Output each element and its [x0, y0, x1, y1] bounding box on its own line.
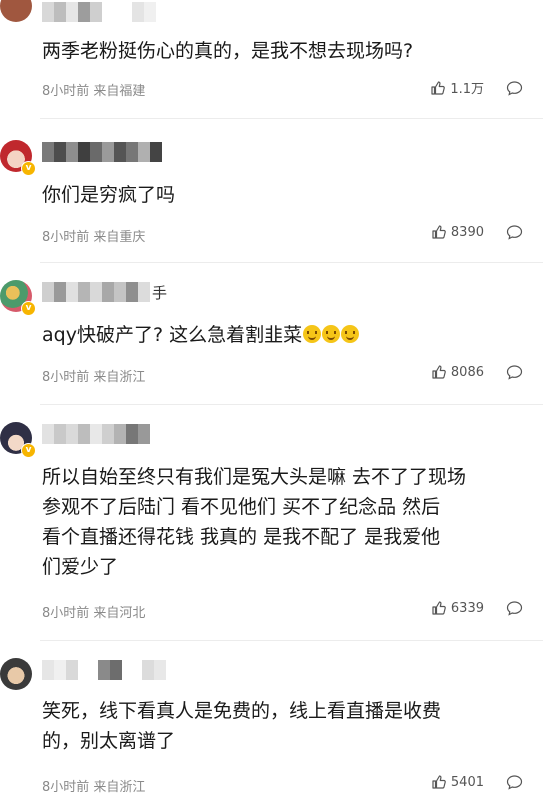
comment-time: 8小时前 — [42, 780, 90, 795]
comment-time: 8小时前 — [42, 84, 90, 99]
username-mosaic — [42, 2, 156, 22]
comment-actions: 6339 — [431, 600, 523, 616]
divider — [40, 118, 543, 119]
divider — [40, 404, 543, 405]
verified-badge-icon: v — [21, 301, 36, 316]
comment-text: 笑死，线下看真人是免费的，线上看直播是收费 的，别太离谱了 — [42, 700, 442, 752]
comment-time: 8小时前 — [42, 606, 90, 621]
username[interactable] — [42, 658, 166, 682]
thumbs-up-icon — [432, 225, 446, 239]
username-mosaic — [42, 282, 150, 302]
like-count: 8390 — [450, 224, 484, 240]
avatar[interactable]: v — [0, 422, 36, 458]
avatar[interactable] — [0, 658, 34, 692]
like-button[interactable]: 6339 — [431, 600, 484, 616]
comment-time: 8小时前 — [42, 370, 90, 385]
username[interactable] — [42, 422, 150, 446]
comment-location: 来自浙江 — [93, 370, 146, 385]
comment-actions: 1.1万 — [430, 78, 523, 97]
like-count: 6339 — [450, 600, 484, 616]
comment-actions: 8390 — [431, 224, 523, 240]
comment-bubble-icon[interactable] — [506, 80, 523, 96]
comment-text: 所以自始至终只有我们是冤大头是嘛 去不了了现场 参观不了后陆门 看不见他们 买不… — [42, 466, 467, 578]
comment-location: 来自河北 — [93, 606, 146, 621]
comment-meta: 8小时前 来自浙江 — [42, 366, 145, 385]
comment-text: 两季老粉挺伤心的真的，是我不想去现场吗? — [42, 40, 414, 62]
like-count: 1.1万 — [450, 82, 484, 97]
divider — [40, 262, 543, 263]
like-button[interactable]: 8390 — [431, 224, 484, 240]
like-count: 8086 — [450, 364, 484, 380]
comment-actions: 5401 — [431, 774, 523, 790]
username[interactable] — [42, 0, 156, 24]
comment-bubble-icon[interactable] — [506, 600, 523, 616]
verified-badge-icon: v — [21, 161, 36, 176]
comment-meta: 8小时前 来自重庆 — [42, 226, 145, 245]
like-button[interactable]: 5401 — [431, 774, 484, 790]
username[interactable]: 手 — [42, 280, 167, 304]
comment-location: 来自福建 — [93, 84, 146, 99]
comment-text: 你们是穷疯了吗 — [42, 184, 176, 206]
comment-bubble-icon[interactable] — [506, 224, 523, 240]
smile-emoji-icon — [322, 325, 341, 343]
comment-meta: 8小时前 来自河北 — [42, 602, 145, 621]
smile-emoji-icon — [341, 325, 360, 343]
like-count: 5401 — [450, 774, 484, 790]
username-mosaic — [42, 424, 150, 444]
username[interactable] — [42, 140, 162, 164]
smile-emoji-icon — [303, 325, 322, 343]
comment-bubble-icon[interactable] — [506, 364, 523, 380]
divider — [40, 640, 543, 641]
comment-meta: 8小时前 来自浙江 — [42, 776, 145, 795]
comment-text-body: aqy快破产了? 这么急着割韭菜 — [42, 324, 303, 346]
like-button[interactable]: 8086 — [431, 364, 484, 380]
thumbs-up-icon — [432, 775, 446, 789]
verified-badge-icon: v — [21, 443, 36, 458]
thumbs-up-icon — [431, 80, 446, 95]
thumbs-up-icon — [432, 365, 446, 379]
comment-location: 来自重庆 — [93, 230, 146, 245]
like-button[interactable]: 1.1万 — [430, 78, 484, 97]
comment-text: aqy快破产了? 这么急着割韭菜 — [42, 320, 522, 350]
avatar[interactable]: v — [0, 280, 36, 316]
thumbs-up-icon — [432, 601, 446, 615]
username-mosaic — [42, 142, 162, 162]
comment-actions: 8086 — [431, 364, 523, 380]
username-tail: 手 — [152, 283, 168, 302]
avatar[interactable] — [0, 0, 34, 24]
comment-meta: 8小时前 来自福建 — [42, 80, 145, 99]
comment-time: 8小时前 — [42, 230, 90, 245]
avatar[interactable]: v — [0, 140, 36, 176]
comment-bubble-icon[interactable] — [506, 774, 523, 790]
comment-location: 来自浙江 — [93, 780, 146, 795]
username-mosaic — [42, 660, 166, 680]
